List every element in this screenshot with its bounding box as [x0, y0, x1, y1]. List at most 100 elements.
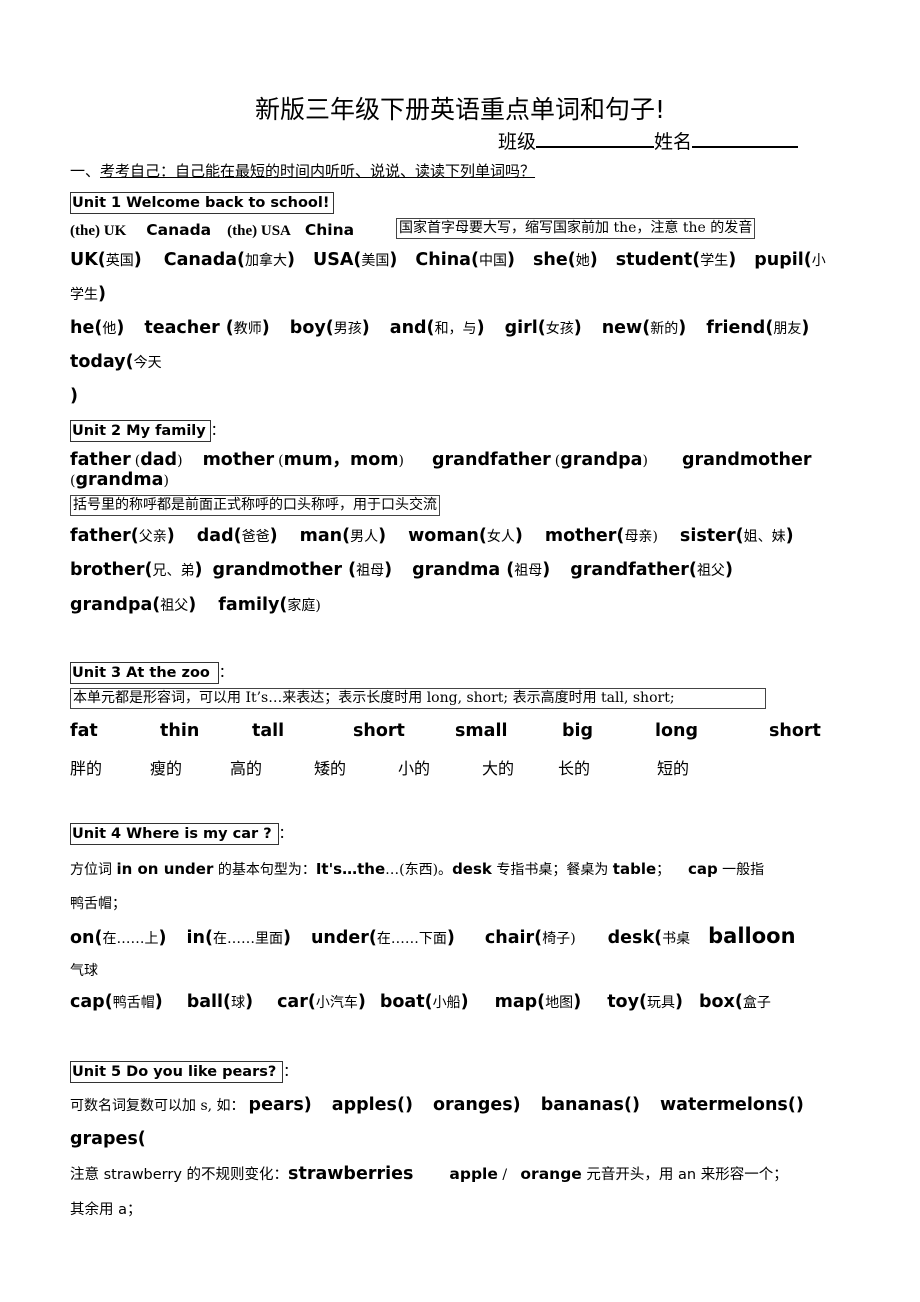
unit4-explanation: 方位词 in on under 的基本句型为：It's…the…(东西)。des…: [70, 860, 765, 878]
word-mother: mother(母亲): [544, 526, 658, 546]
plural-bananas: bananas(): [540, 1095, 640, 1115]
word-he: he(他): [70, 318, 125, 338]
strawberry-note: 注意 strawberry 的不规则变化：: [70, 1167, 289, 1183]
unit5-title-box: Unit 5 Do you like pears?: [70, 1061, 284, 1083]
balloon-meaning: 气球: [70, 963, 98, 979]
unit2-words-row1: father(父亲) dad(爸爸) man(男人) woman(女人) mot…: [70, 526, 794, 546]
unit3-adj-cn-4: 小的: [398, 759, 431, 778]
word-ball: ball(球): [186, 992, 254, 1012]
plural-oranges: oranges): [432, 1095, 521, 1115]
class-blank[interactable]: [536, 130, 655, 148]
word-car: car(小汽车): [277, 992, 366, 1012]
pair-mother: mother (mum，mom): [202, 450, 405, 470]
word-on: on(在……上): [70, 928, 167, 948]
word-under: under(在……下面): [310, 928, 455, 948]
unit4-words-row2: cap(鸭舌帽) ball(球) car(小汽车) boat(小船) map(地…: [70, 992, 771, 1012]
word-pupil: pupil(小: [754, 250, 826, 270]
unit3-adj-en-6: long: [655, 721, 699, 741]
unit5-strawberry-row: 注意 strawberry 的不规则变化：strawberries apple /…: [70, 1164, 788, 1184]
word-girl: girl(女孩): [504, 318, 582, 338]
word-grandpa: grandpa(祖父): [70, 595, 197, 615]
country-usa: (the) USA: [227, 223, 291, 239]
unit2-heading: Unit 2 My family：: [70, 420, 225, 442]
unit3-adj-cn-3: 矮的: [314, 759, 347, 778]
word-grandfather: grandfather(祖父): [570, 560, 733, 580]
word-strawberries: strawberries: [288, 1164, 414, 1184]
word-boy: boy(男孩): [289, 318, 370, 338]
unit3-note-box: 本单元都是形容词，可以用 It’s…来表达；表示长度时用 long, short…: [70, 688, 766, 709]
pair-father: father (dad): [70, 450, 183, 470]
unit3-adj-en-2: tall: [252, 721, 285, 741]
unit3-adj-en-5: big: [562, 721, 594, 741]
unit5-heading: Unit 5 Do you like pears?：: [70, 1061, 297, 1083]
unit4-title-box: Unit 4 Where is my car ?: [70, 823, 279, 845]
unit1-note-box: 国家首字母要大写，缩写国家前加 the，注意 the 的发音: [396, 218, 756, 239]
today-close-paren: ): [70, 386, 78, 406]
word-usa: USA(美国): [313, 250, 398, 270]
word-orange: orange: [520, 1165, 582, 1183]
plural-watermelons: watermelons(): [659, 1095, 804, 1115]
document-page: 新版三年级下册英语重点单词和句子! 班级 姓名 一、考考自己：自己能在最短的时间内…: [0, 0, 920, 1302]
unit3-adj-en-7: short: [769, 721, 821, 741]
unit2-words-row3: grandpa(祖父) family(家庭): [70, 595, 321, 615]
word-uk: UK(英国): [70, 250, 142, 270]
unit1-words-row1: UK(英国) Canada(加拿大) USA(美国) China(中国) she…: [70, 250, 826, 270]
word-apple: apple: [449, 1165, 498, 1183]
section-text: 考考自己：自己能在最短的时间内听听、说说、读读下列单词吗？: [100, 162, 536, 180]
pair-grandmother: grandmother: [681, 450, 812, 470]
unit2-pairs-row: father (dad) mother (mum，mom) grandfathe…: [70, 446, 812, 471]
unit2-words-row2: brother(兄、弟) grandmother (祖母) grandma (祖…: [70, 560, 733, 580]
unit5-plurals-row: 可数名词复数可以加 s, 如： pears) apples() oranges)…: [70, 1095, 804, 1115]
class-name-line: 班级 姓名: [498, 127, 799, 154]
word-and: and(和，与): [389, 318, 485, 338]
word-grandmother: grandmother (祖母): [212, 560, 393, 580]
word-in: in(在……里面): [186, 928, 291, 948]
plural-apples: apples(): [331, 1095, 413, 1115]
name-blank[interactable]: [692, 130, 799, 148]
word-woman: woman(女人): [408, 526, 523, 546]
pair-grandma: (grandma): [70, 470, 169, 490]
unit1-title-box: Unit 1 Welcome back to school!: [70, 192, 335, 214]
unit3-adj-cn-2: 高的: [230, 759, 263, 778]
plural-grapes: grapes(: [70, 1129, 146, 1149]
unit4-heading: Unit 4 Where is my car ?：: [70, 823, 293, 845]
word-sister: sister(姐、妹): [679, 526, 794, 546]
word-teacher: teacher (教师): [144, 318, 270, 338]
word-box: box(盒子: [698, 992, 771, 1012]
unit2-note-box: 括号里的称呼都是前面正式称呼的口头称呼，用于口头交流: [70, 495, 440, 516]
word-brother: brother(兄、弟): [70, 560, 203, 580]
unit1-heading: Unit 1 Welcome back to school!: [70, 192, 335, 214]
word-china: China(中国): [415, 250, 515, 270]
unit3-adj-en-1: thin: [160, 721, 200, 741]
unit5-rest-note: 其余用 a；: [70, 1202, 142, 1218]
word-family: family(家庭): [218, 595, 321, 615]
word-canada: Canada(加拿大): [163, 250, 296, 270]
unit1-words-row2: he(他) teacher (教师) boy(男孩) and(和，与) girl…: [70, 318, 809, 338]
word-friend: friend(朋友): [706, 318, 810, 338]
word-boat: boat(小船): [379, 992, 469, 1012]
word-desk: desk(书桌: [607, 928, 691, 948]
word-new: new(新的): [601, 318, 687, 338]
word-cap: cap(鸭舌帽): [70, 992, 163, 1012]
class-label: 班级: [498, 131, 537, 153]
close-paren: ): [98, 284, 106, 304]
unit3-adj-cn-1: 瘦的: [150, 759, 183, 778]
name-label: 姓名: [654, 131, 693, 153]
pupil-meaning: 学生: [70, 287, 98, 303]
unit1-countries: (the) UK Canada (the) USA China: [70, 219, 354, 242]
word-balloon: balloon: [708, 924, 796, 948]
word-toy: toy(玩具): [607, 992, 683, 1012]
unit3-adj-en-3: short: [353, 721, 405, 741]
unit3-adj-en-4: small: [455, 721, 508, 741]
country-china: China: [304, 221, 355, 239]
unit3-heading: Unit 3 At the zoo：: [70, 662, 233, 684]
word-father: father(父亲): [70, 526, 175, 546]
word-today: today(今天: [70, 352, 162, 372]
country-canada: Canada: [146, 221, 212, 239]
word-student: student(学生): [615, 250, 737, 270]
country-uk: (the) UK: [70, 223, 127, 239]
unit3-title-box: Unit 3 At the zoo: [70, 662, 219, 684]
unit3-adj-cn-6: 长的: [558, 759, 591, 778]
unit3-adj-cn-5: 大的: [482, 759, 515, 778]
plural-intro: 可数名词复数可以加 s, 如：: [70, 1098, 245, 1114]
